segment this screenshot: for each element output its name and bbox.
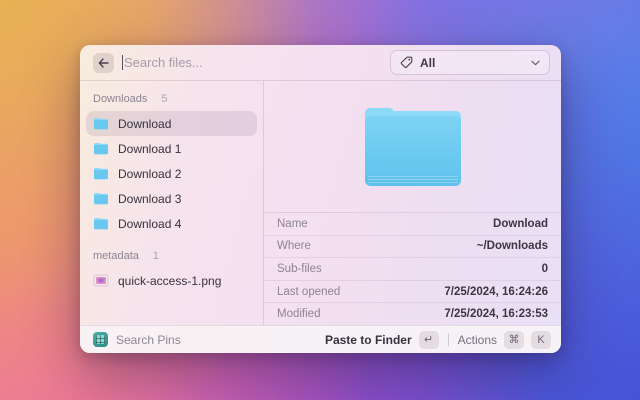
- metadata-value: ~/Downloads: [477, 240, 548, 252]
- metadata-value: 7/25/2024, 16:24:26: [444, 286, 548, 298]
- return-keycap: ↵: [419, 331, 439, 349]
- section-gap: [86, 236, 257, 246]
- top-bar: Search files... All: [80, 45, 561, 81]
- footer-divider: [448, 333, 449, 346]
- search-pins-app-icon: [93, 332, 108, 347]
- metadata-value: 0: [542, 263, 548, 275]
- paste-to-finder-button[interactable]: Paste to Finder: [325, 333, 412, 347]
- folder-icon: [93, 217, 109, 230]
- list-item-download-1[interactable]: Download 1: [86, 136, 257, 161]
- action-bar-right: Paste to Finder ↵ Actions ⌘ K: [325, 331, 551, 349]
- list-item-label: quick-access-1.png: [118, 274, 221, 288]
- desktop-background: Search files... All Downloads 5: [0, 0, 640, 400]
- app-name: Search Pins: [116, 333, 325, 347]
- filter-dropdown[interactable]: All: [390, 50, 550, 75]
- search-placeholder: Search files...: [124, 55, 203, 70]
- filter-selected-value: All: [420, 56, 531, 70]
- list-item-label: Download 1: [118, 142, 181, 156]
- metadata-label: Last opened: [277, 286, 340, 298]
- metadata-row-modified: Modified 7/25/2024, 16:23:53: [264, 303, 561, 325]
- section-header-downloads: Downloads 5: [86, 89, 257, 111]
- list-item-label: Download 4: [118, 217, 181, 231]
- folder-icon: [93, 142, 109, 155]
- section-title: metadata: [93, 250, 139, 262]
- image-thumbnail-icon: [93, 274, 109, 287]
- metadata-label: Where: [277, 240, 311, 252]
- file-preview: [264, 81, 561, 213]
- section-count: 1: [153, 250, 159, 262]
- results-list: Downloads 5 Download Download 1: [80, 81, 264, 325]
- search-input[interactable]: Search files...: [122, 45, 390, 80]
- list-item-label: Download: [118, 117, 171, 131]
- metadata-row-subfiles: Sub-files 0: [264, 258, 561, 281]
- list-item-download-4[interactable]: Download 4: [86, 211, 257, 236]
- list-item-label: Download 2: [118, 167, 181, 181]
- k-keycap: K: [531, 331, 551, 349]
- metadata-value: Download: [493, 218, 548, 230]
- metadata-label: Modified: [277, 308, 320, 320]
- metadata-row-last-opened: Last opened 7/25/2024, 16:24:26: [264, 281, 561, 304]
- section-title: Downloads: [93, 93, 147, 105]
- metadata-row-name: Name Download: [264, 213, 561, 236]
- list-item-label: Download 3: [118, 192, 181, 206]
- chevron-down-icon: [531, 60, 540, 66]
- folder-icon: [93, 117, 109, 130]
- metadata-value: 7/25/2024, 16:23:53: [444, 308, 548, 320]
- tag-icon: [400, 56, 413, 69]
- search-pins-window: Search files... All Downloads 5: [80, 45, 561, 353]
- list-item-quick-access-png[interactable]: quick-access-1.png: [86, 268, 257, 293]
- metadata-table: Name Download Where ~/Downloads Sub-file…: [264, 213, 561, 325]
- folder-preview-icon: [357, 102, 469, 192]
- actions-button[interactable]: Actions: [458, 333, 497, 347]
- metadata-row-where: Where ~/Downloads: [264, 236, 561, 259]
- list-item-download-2[interactable]: Download 2: [86, 161, 257, 186]
- text-cursor: [122, 55, 123, 70]
- section-count: 5: [161, 93, 167, 105]
- list-item-download-3[interactable]: Download 3: [86, 186, 257, 211]
- metadata-label: Name: [277, 218, 308, 230]
- list-item-download[interactable]: Download: [86, 111, 257, 136]
- detail-panel: Name Download Where ~/Downloads Sub-file…: [264, 81, 561, 325]
- section-header-metadata: metadata 1: [86, 246, 257, 268]
- folder-icon: [93, 167, 109, 180]
- metadata-label: Sub-files: [277, 263, 322, 275]
- cmd-keycap: ⌘: [504, 331, 524, 349]
- back-button[interactable]: [93, 53, 114, 73]
- window-body: Downloads 5 Download Download 1: [80, 81, 561, 325]
- folder-icon: [93, 192, 109, 205]
- back-arrow-icon: [98, 58, 109, 68]
- action-bar: Search Pins Paste to Finder ↵ Actions ⌘ …: [80, 325, 561, 353]
